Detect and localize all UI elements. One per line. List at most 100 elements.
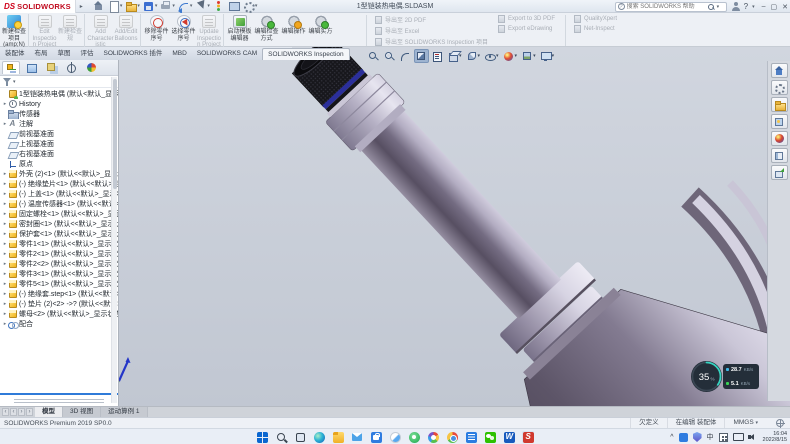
reader-app-icon[interactable] (465, 431, 477, 443)
solidworks-taskbar-icon[interactable] (522, 431, 534, 443)
mail-icon[interactable] (351, 431, 363, 443)
dynamic-annotation-button[interactable] (430, 49, 445, 63)
solidworks-resources-tab[interactable] (771, 80, 788, 95)
ribbon-tab[interactable]: 布局 (30, 48, 53, 60)
search-dropdown-icon[interactable]: ▾ (717, 4, 720, 10)
tray-expand-chevron[interactable]: ^ (670, 434, 673, 441)
microsoft-store-icon[interactable] (370, 431, 382, 443)
dimxpertmanager-tab[interactable] (62, 61, 80, 74)
ribbon-button[interactable]: Update Inspection Project (197, 14, 224, 49)
model-tab[interactable]: 模型 (35, 407, 63, 417)
edge-icon[interactable] (313, 431, 325, 443)
tree-item[interactable]: ▸ 零件3<1> (默认<<默认>_显示状态 (0, 269, 118, 279)
taskbar-clock[interactable]: 16:04 2022/8/15 (763, 431, 787, 444)
close-button[interactable]: ✕ (782, 3, 788, 11)
ribbon-tab[interactable]: MBD (167, 48, 191, 60)
tree-item[interactable]: ▸ (-) 垫片 (2)<2> ->? (默认<<默认>_ (0, 299, 118, 309)
ribbon-button[interactable]: 编辑操作 (280, 14, 307, 49)
tree-item[interactable]: ▸ History (0, 99, 118, 109)
wechat-icon[interactable] (484, 431, 496, 443)
status-globe-icon[interactable] (776, 419, 784, 427)
volume-icon[interactable] (748, 432, 758, 442)
appearances-scenes-tab[interactable] (771, 131, 788, 146)
tree-item[interactable]: ▸ 外壳 (2)<1> (默认<<默认>_显示状态 (0, 169, 118, 179)
tree-item[interactable]: 右视基准面 (0, 149, 118, 159)
forum-tab[interactable] (771, 165, 788, 180)
weather-icon[interactable] (389, 431, 401, 443)
tree-item[interactable]: ▸ 零件1<1> (默认<<默认>_显示状态- (0, 239, 118, 249)
ribbon-tab[interactable]: 装配体 (0, 48, 30, 60)
apply-scene-button[interactable]: ▾ (520, 49, 538, 63)
ribbon-tab[interactable]: SOLIDWORKS 插件 (99, 48, 168, 60)
units-selector[interactable]: MMGS ▾ (724, 418, 766, 428)
ribbon-button[interactable]: 启动模板编辑器 (226, 14, 253, 49)
tree-item[interactable]: ▸ 零件2<1> (默认<<默认>_显示状态 (0, 249, 118, 259)
export-link[interactable]: Export to 3D PDF (498, 15, 555, 23)
ribbon-button[interactable]: 移除零件序号 (143, 14, 170, 49)
tree-item[interactable]: ▸ 零件2<2> (默认<<默认>_显示状态 (0, 259, 118, 269)
search-button[interactable] (275, 431, 287, 443)
ime-mode-icon[interactable] (719, 433, 728, 442)
previous-view-button[interactable] (398, 49, 413, 63)
zoom-to-fit-button[interactable] (366, 49, 381, 63)
display-style-button[interactable]: ▾ (465, 49, 483, 63)
browser-360-icon[interactable] (408, 431, 420, 443)
export-link[interactable]: QualityXpert (574, 15, 617, 23)
start-button[interactable] (256, 431, 268, 443)
filter-funnel-icon[interactable] (3, 78, 11, 86)
help-button[interactable]: ? (744, 2, 748, 11)
tab-scroll-last-button[interactable]: › (26, 408, 33, 416)
tree-item[interactable]: ▸ (-) 绝缘垫片<1> (默认<<默认>_显示 (0, 179, 118, 189)
export-link[interactable]: 导出至 SOLIDWORKS Inspection 项目 (375, 37, 488, 46)
display-settings-button[interactable] (228, 1, 240, 11)
save-button[interactable]: ▾ (143, 1, 158, 11)
tree-item[interactable]: 1型铠装热电偶 (默认<默认_显示状态-1 (0, 89, 118, 99)
print-button[interactable]: ▾ (160, 1, 175, 11)
task-view-button[interactable] (294, 431, 306, 443)
tree-item[interactable]: ▸ 螺母<2> (默认<<默认>_显示状态 (0, 309, 118, 319)
ribbon-button[interactable]: Add Characteristic (87, 14, 114, 49)
ribbon-button[interactable]: 新建检查项目 (amp;N) (2, 14, 29, 49)
performance-indicator-button[interactable] (213, 1, 225, 11)
system-monitor-widget[interactable]: 35 % 28.7 KB/s 5.1 KB/s (690, 360, 760, 394)
custom-properties-tab[interactable] (771, 148, 788, 163)
ribbon-button[interactable]: 选择零件序号 (170, 14, 197, 49)
ribbon-button[interactable]: 新建检查规 (58, 14, 85, 49)
ribbon-button[interactable]: Add/Edit Balloons (114, 14, 141, 49)
tree-item[interactable]: ▸ (-) 温度传感器<1> (默认<<默认>_显 (0, 199, 118, 209)
file-explorer-icon[interactable] (332, 431, 344, 443)
tree-item[interactable]: ▸ (-) 上盖<1> (默认<<默认>_显示状态 (0, 189, 118, 199)
tray-shield-icon[interactable] (693, 432, 702, 442)
tab-scroll-next-button[interactable]: › (18, 408, 25, 416)
file-explorer-tab[interactable] (771, 114, 788, 129)
new-document-button[interactable]: ▾ (108, 1, 123, 11)
filter-dropdown-icon[interactable]: ▾ (13, 79, 16, 85)
help-dropdown-icon[interactable]: ▾ (752, 4, 755, 10)
word-icon[interactable] (503, 431, 515, 443)
model-tab[interactable]: 运动算例 1 (101, 407, 147, 417)
tree-item[interactable]: ▸ 配合 (0, 319, 118, 329)
ribbon-tab[interactable]: SOLIDWORKS CAM (192, 48, 262, 60)
options-button[interactable]: ▾ (243, 1, 258, 11)
tree-item[interactable]: ▸ (-) 绝缘套.step<1> (默认<<默认>_ (0, 289, 118, 299)
design-library-tab[interactable] (771, 97, 788, 112)
ribbon-tab[interactable]: 草图 (53, 48, 76, 60)
minimize-button[interactable]: – (762, 3, 766, 10)
ime-language-indicator[interactable]: 中 (707, 432, 714, 442)
search-box[interactable]: ? ▾ (615, 2, 727, 12)
tree-item[interactable]: 传感器 (0, 109, 118, 119)
tree-item[interactable]: ▸ 保护套<1> (默认<<默认>_显示状态 (0, 229, 118, 239)
tab-scroll-prev-button[interactable]: ‹ (10, 408, 17, 416)
tree-item[interactable]: 前视基准面 (0, 129, 118, 139)
restore-button[interactable]: ▢ (771, 3, 778, 11)
tree-item[interactable]: ▸ 零件5<1> (默认<<默认>_显示状态 (0, 279, 118, 289)
search-icon[interactable] (707, 3, 715, 11)
featuremanager-tab[interactable] (2, 61, 20, 74)
export-link[interactable]: 导出至 Excel (375, 26, 488, 35)
ribbon-button[interactable]: 编辑实方 (307, 14, 334, 49)
menu-expander-icon[interactable]: ▸ (80, 3, 83, 10)
view-orientation-button[interactable]: ▾ (446, 49, 464, 63)
login-user-icon[interactable] (731, 2, 740, 11)
tree-item[interactable]: ▸ 密封圈<1> (默认<<默认>_显示状态 (0, 219, 118, 229)
ribbon-button[interactable]: Edit Inspection Project (31, 14, 58, 49)
